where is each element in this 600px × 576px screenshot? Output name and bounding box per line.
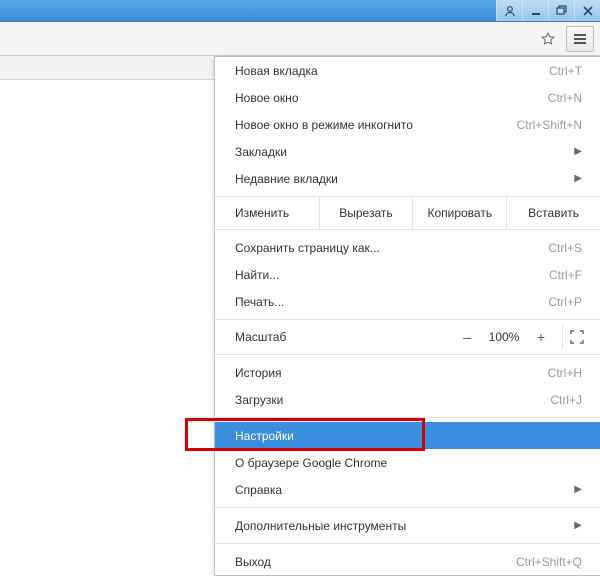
titlebar-user-button[interactable] bbox=[496, 0, 522, 21]
window-titlebar bbox=[0, 0, 600, 22]
menu-item-incognito[interactable]: Новое окно в режиме инкогнито Ctrl+Shift… bbox=[215, 111, 600, 138]
menu-item-label: Закладки bbox=[235, 145, 568, 159]
user-icon bbox=[504, 5, 516, 17]
menu-item-label: Справка bbox=[235, 483, 568, 497]
tab-strip-placeholder bbox=[0, 56, 214, 80]
menu-item-history[interactable]: История Ctrl+H bbox=[215, 359, 600, 386]
menu-item-shortcut: Ctrl+P bbox=[548, 295, 582, 309]
fullscreen-button[interactable] bbox=[562, 325, 590, 349]
menu-item-label: Настройки bbox=[235, 429, 582, 443]
chevron-right-icon: ▶ bbox=[574, 146, 582, 157]
chevron-right-icon: ▶ bbox=[574, 484, 582, 495]
close-icon bbox=[583, 6, 593, 16]
menu-item-label: Новая вкладка bbox=[235, 64, 549, 78]
menu-item-label: Печать... bbox=[235, 295, 548, 309]
menu-item-about[interactable]: О браузере Google Chrome bbox=[215, 449, 600, 476]
menu-item-settings[interactable]: Настройки bbox=[215, 422, 600, 449]
star-icon bbox=[540, 31, 556, 47]
zoom-out-button[interactable]: – bbox=[452, 329, 482, 345]
menu-item-label: Найти... bbox=[235, 268, 549, 282]
menu-item-find[interactable]: Найти... Ctrl+F bbox=[215, 261, 600, 288]
menu-item-label: Дополнительные инструменты bbox=[235, 519, 568, 533]
menu-item-bookmarks[interactable]: Закладки ▶ bbox=[215, 138, 600, 165]
menu-item-label: Загрузки bbox=[235, 393, 550, 407]
titlebar-minimize-button[interactable] bbox=[522, 0, 548, 21]
bookmark-star-button[interactable] bbox=[534, 26, 562, 52]
zoom-value: 100% bbox=[482, 330, 526, 344]
menu-zoom-label: Масштаб bbox=[235, 330, 452, 344]
main-menu-button[interactable] bbox=[566, 26, 594, 52]
menu-item-new-tab[interactable]: Новая вкладка Ctrl+T bbox=[215, 57, 600, 84]
menu-edit-row: Изменить Вырезать Копировать Вставить bbox=[215, 196, 600, 230]
menu-edit-cut[interactable]: Вырезать bbox=[320, 197, 414, 229]
menu-item-exit[interactable]: Выход Ctrl+Shift+Q bbox=[215, 548, 600, 575]
menu-zoom-row: Масштаб – 100% + bbox=[215, 319, 600, 355]
menu-item-label: О браузере Google Chrome bbox=[235, 456, 582, 470]
restore-icon bbox=[556, 5, 567, 16]
menu-item-shortcut: Ctrl+S bbox=[548, 241, 582, 255]
chevron-right-icon: ▶ bbox=[574, 520, 582, 531]
menu-separator bbox=[215, 507, 600, 508]
titlebar-restore-button[interactable] bbox=[548, 0, 574, 21]
minimize-icon bbox=[531, 6, 541, 16]
hamburger-icon bbox=[573, 33, 587, 45]
menu-item-shortcut: Ctrl+H bbox=[548, 366, 582, 380]
menu-item-label: Новое окно в режиме инкогнито bbox=[235, 118, 517, 132]
menu-item-label: Новое окно bbox=[235, 91, 548, 105]
menu-item-new-window[interactable]: Новое окно Ctrl+N bbox=[215, 84, 600, 111]
menu-item-shortcut: Ctrl+Shift+N bbox=[517, 118, 582, 132]
menu-edit-label: Изменить bbox=[215, 197, 320, 229]
menu-separator bbox=[215, 417, 600, 418]
menu-item-print[interactable]: Печать... Ctrl+P bbox=[215, 288, 600, 315]
menu-item-downloads[interactable]: Загрузки Ctrl+J bbox=[215, 386, 600, 413]
menu-edit-paste[interactable]: Вставить bbox=[507, 197, 600, 229]
titlebar-close-button[interactable] bbox=[574, 0, 600, 21]
menu-edit-copy[interactable]: Копировать bbox=[413, 197, 507, 229]
menu-separator bbox=[215, 543, 600, 544]
chevron-right-icon: ▶ bbox=[574, 173, 582, 184]
menu-item-help[interactable]: Справка ▶ bbox=[215, 476, 600, 503]
menu-item-shortcut: Ctrl+F bbox=[549, 268, 582, 282]
menu-item-label: Сохранить страницу как... bbox=[235, 241, 548, 255]
menu-item-shortcut: Ctrl+Shift+Q bbox=[516, 555, 582, 569]
menu-item-label: Недавние вкладки bbox=[235, 172, 568, 186]
menu-item-shortcut: Ctrl+N bbox=[548, 91, 582, 105]
menu-item-more-tools[interactable]: Дополнительные инструменты ▶ bbox=[215, 512, 600, 539]
menu-item-shortcut: Ctrl+J bbox=[550, 393, 582, 407]
main-menu: Новая вкладка Ctrl+T Новое окно Ctrl+N Н… bbox=[214, 56, 600, 576]
menu-item-save-as[interactable]: Сохранить страницу как... Ctrl+S bbox=[215, 234, 600, 261]
fullscreen-icon bbox=[570, 330, 584, 344]
menu-item-label: Выход bbox=[235, 555, 516, 569]
menu-item-shortcut: Ctrl+T bbox=[549, 64, 582, 78]
menu-item-label: История bbox=[235, 366, 548, 380]
menu-item-recent-tabs[interactable]: Недавние вкладки ▶ bbox=[215, 165, 600, 192]
browser-toolbar bbox=[0, 22, 600, 56]
zoom-in-button[interactable]: + bbox=[526, 329, 556, 345]
